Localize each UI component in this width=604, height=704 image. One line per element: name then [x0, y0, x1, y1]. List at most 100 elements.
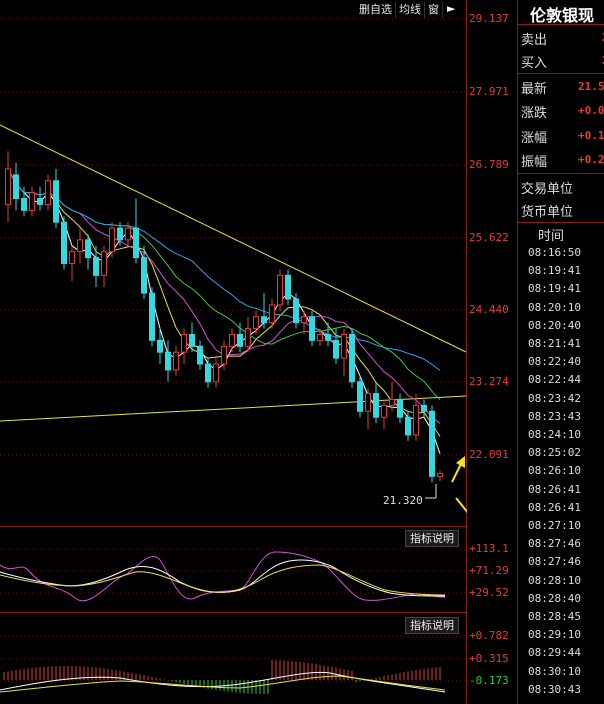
candle-body [213, 363, 219, 383]
candle-body [285, 274, 291, 300]
candle-body [381, 404, 387, 418]
candle-body [165, 351, 171, 371]
change-label: 涨跌 [521, 106, 548, 121]
low-price-label: 21.320 [383, 494, 423, 507]
price-axis-label: 22.091 [469, 448, 509, 461]
bid-label: 买入 [521, 56, 548, 71]
kline-chart-area[interactable]: 删自选 均线 窗 ► 21.320 指标说明 指标说明 [0, 0, 467, 704]
change-value: +0.0 [578, 104, 604, 117]
kdj-j-line [0, 551, 446, 602]
candle-body [221, 345, 227, 365]
candle-body [413, 404, 419, 436]
candle-body [341, 333, 347, 359]
divider [518, 24, 604, 25]
tick-time: 08:24:10 [528, 428, 581, 441]
time-header: 时间 [538, 229, 565, 244]
candle-body [69, 251, 75, 265]
candle-body [429, 410, 435, 477]
price-axis-label: 27.971 [469, 85, 509, 98]
change-pct-value: +0.1 [578, 129, 604, 142]
candle-body [397, 398, 403, 418]
candle-body [181, 333, 187, 353]
candle-body [117, 227, 123, 241]
exit-icon[interactable]: ► [443, 2, 463, 16]
candle-body [109, 227, 115, 253]
kdj-d-line [0, 564, 446, 596]
candle-body [421, 404, 427, 412]
candle-body [373, 393, 379, 418]
divider [518, 73, 604, 74]
amplitude-value: +0.2 [578, 153, 604, 166]
trade-unit-label: 交易单位 [521, 182, 574, 197]
macd-bars [3, 660, 441, 694]
tick-time: 08:23:42 [528, 391, 581, 405]
candle-body [13, 174, 19, 200]
tick-time: 08:25:02 [528, 446, 581, 460]
candle-body [269, 304, 275, 324]
candle-body [141, 257, 147, 294]
candle-body [197, 345, 203, 365]
candle-body [149, 292, 155, 341]
candle-body [237, 333, 243, 347]
indicator-2-help-button[interactable]: 指标说明 [405, 617, 459, 634]
tick-time: 08:30:10 [528, 664, 581, 678]
remove-watchlist-button[interactable]: 删自选 [356, 2, 396, 18]
kline-chart[interactable] [0, 0, 467, 704]
divider [518, 173, 604, 174]
tick-time: 08:27:46 [528, 555, 581, 569]
macd-dea-line [0, 675, 446, 693]
instrument-name: 伦敦银现 [530, 6, 595, 25]
candle-body [389, 398, 395, 406]
candle-body [53, 180, 59, 223]
candle-body [309, 316, 315, 341]
tick-time: 08:29:44 [528, 646, 581, 660]
candle-body [21, 198, 27, 211]
moving-average-button[interactable]: 均线 [396, 2, 425, 18]
candlesticks [5, 151, 443, 483]
candle-body [405, 416, 411, 436]
ma-magenta-line [7, 168, 441, 424]
last-value: 21.5 [578, 80, 604, 93]
tick-time: 08:22:44 [528, 373, 581, 387]
candle-body [77, 239, 83, 253]
arrow-down-line [455, 497, 467, 514]
ma-blue-line [7, 168, 441, 371]
price-axis-label: 24.440 [469, 303, 509, 316]
price-axis-label: 29.137 [469, 12, 509, 25]
candle-body [357, 381, 363, 412]
indicator-2-axis-label: -0.173 [469, 674, 509, 687]
candle-body [317, 333, 323, 341]
tick-time: 08:23:43 [528, 409, 581, 423]
tick-time: 08:19:41 [528, 282, 581, 296]
tick-time: 08:30:43 [528, 682, 581, 696]
indicator-2-axis-label: +0.315 [469, 652, 509, 665]
candle-body [61, 221, 67, 265]
candle-body [93, 257, 99, 276]
candle-body [333, 339, 339, 359]
indicator-1-axis-label: +113.1 [469, 542, 509, 555]
candle-body [85, 239, 91, 259]
tick-time: 08:28:45 [528, 610, 581, 623]
tick-time: 08:21:41 [528, 337, 581, 350]
tick-time: 08:27:10 [528, 519, 581, 532]
tick-time: 08:28:40 [528, 591, 581, 605]
candle-body [301, 316, 307, 324]
candle-body [101, 251, 107, 276]
amplitude-label: 振幅 [521, 155, 548, 170]
candle-body [365, 393, 371, 412]
candle-body [253, 316, 259, 330]
divider [518, 222, 604, 223]
quote-panel: 伦敦银现 卖出 2 买入 2 最新 21.5 涨跌 +0.0 涨幅 +0.1 振… [517, 0, 604, 704]
tick-time: 08:22:40 [528, 355, 581, 369]
tick-time: 08:27:46 [528, 537, 581, 551]
candle-body [261, 316, 267, 324]
indicator-1-axis-label: +71.29 [469, 564, 509, 577]
candle-body [245, 328, 251, 347]
indicator-2-axis-label: +0.782 [469, 629, 509, 642]
tick-time: 08:19:41 [528, 264, 581, 278]
indicator-1-help-button[interactable]: 指标说明 [405, 530, 459, 547]
window-button[interactable]: 窗 [425, 2, 443, 18]
tick-time: 08:26:10 [528, 464, 581, 478]
candle-body [29, 192, 35, 211]
change-pct-label: 涨幅 [521, 131, 548, 146]
